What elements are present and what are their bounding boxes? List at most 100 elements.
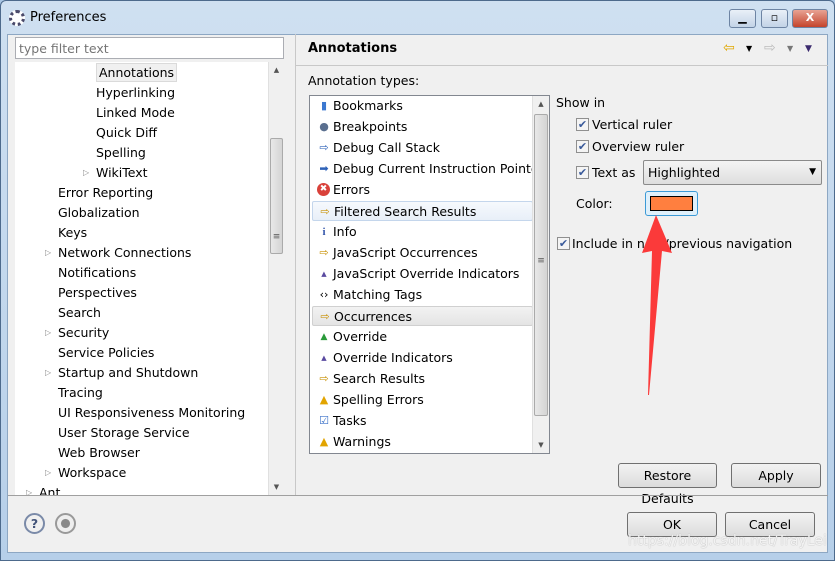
- annotation-type-item[interactable]: ⇨ Occurrences: [312, 306, 533, 326]
- forward-arrow-icon[interactable]: ⇨: [764, 40, 776, 56]
- header-separator: [296, 65, 828, 66]
- annotation-type-label: Tasks: [333, 413, 367, 428]
- tree-item[interactable]: Workspace: [58, 463, 126, 482]
- tree-item[interactable]: Linked Mode: [96, 103, 175, 122]
- filled-arrow-icon: ➡: [319, 162, 329, 175]
- annotation-type-item[interactable]: ⇨ Filtered Search Results: [312, 201, 533, 221]
- pane-divider[interactable]: [295, 34, 296, 495]
- annotation-type-item[interactable]: i Info: [312, 222, 533, 242]
- annotation-type-label: Debug Current Instruction Pointer: [333, 161, 544, 176]
- occurrence-arrow-icon: ⇨: [320, 310, 330, 323]
- warning-icon: ▲: [319, 435, 329, 448]
- tree-item[interactable]: Network Connections: [58, 243, 191, 262]
- overview-ruler-label: Overview ruler: [592, 139, 685, 154]
- list-scrollbar[interactable]: ▲ ≡ ▼: [532, 96, 549, 453]
- expand-icon[interactable]: ▷: [45, 243, 51, 262]
- expand-icon[interactable]: ▷: [45, 463, 51, 482]
- search-result-arrow-icon: ⇨: [319, 372, 329, 385]
- tree-item[interactable]: User Storage Service: [58, 423, 190, 442]
- vertical-ruler-label: Vertical ruler: [592, 117, 673, 132]
- tree-item[interactable]: UI Responsiveness Monitoring: [58, 403, 245, 422]
- annotation-type-label: JavaScript Occurrences: [333, 245, 478, 260]
- annotation-type-item[interactable]: ▲ JavaScript Override Indicators: [312, 264, 533, 284]
- text-style-value: Highlighted: [648, 165, 721, 180]
- tree-item[interactable]: Ant: [39, 483, 60, 495]
- angle-brackets-icon: ‹›: [319, 288, 329, 301]
- tree-item[interactable]: Keys: [58, 223, 87, 242]
- back-menu-icon[interactable]: ▼: [746, 44, 752, 53]
- red-annotation-arrow: [642, 215, 672, 395]
- tree-item[interactable]: Tracing: [58, 383, 103, 402]
- include-navigation-label: Include in next/previous navigation: [572, 236, 793, 251]
- minimize-button[interactable]: ▁: [729, 9, 756, 28]
- override-triangle-icon: ▲: [320, 332, 328, 342]
- tree-item[interactable]: Spelling: [96, 143, 146, 162]
- text-as-checkbox[interactable]: ✔: [576, 166, 589, 179]
- tree-item[interactable]: Annotations: [96, 63, 178, 82]
- tree-item[interactable]: Error Reporting: [58, 183, 153, 202]
- annotation-type-item[interactable]: ☑ Tasks: [312, 411, 533, 431]
- hollow-arrow-icon: ⇨: [319, 141, 329, 154]
- tree-item[interactable]: Hyperlinking: [96, 83, 175, 102]
- tree-item[interactable]: Service Policies: [58, 343, 154, 362]
- annotation-type-item[interactable]: ▲ Warnings: [312, 432, 533, 452]
- tree-item[interactable]: Search: [58, 303, 101, 322]
- expand-icon[interactable]: ▷: [45, 323, 51, 342]
- close-button[interactable]: X: [792, 9, 828, 28]
- annotation-type-item[interactable]: ⇨ JavaScript Occurrences: [312, 243, 533, 263]
- search-result-arrow-icon: ⇨: [320, 205, 330, 218]
- tree-item[interactable]: Web Browser: [58, 443, 140, 462]
- annotation-type-label: Override: [333, 329, 388, 344]
- annotation-types-label: Annotation types:: [308, 73, 420, 88]
- text-style-dropdown[interactable]: Highlighted ▼: [643, 160, 822, 185]
- view-menu-icon[interactable]: ▼: [805, 44, 812, 54]
- filter-input[interactable]: [15, 37, 284, 59]
- tree-scrollbar[interactable]: ▲ ≡ ▼: [268, 62, 284, 495]
- maximize-button[interactable]: ▫: [761, 9, 788, 28]
- annotation-type-item[interactable]: ✖ Errors: [312, 180, 533, 200]
- annotation-type-label: Occurrences: [334, 309, 412, 324]
- annotation-type-label: Override Indicators: [333, 350, 453, 365]
- apply-button[interactable]: Apply: [731, 463, 821, 488]
- annotation-type-item[interactable]: ⇨ Search Results: [312, 369, 533, 389]
- annotation-type-item[interactable]: ▲ Override Indicators: [312, 348, 533, 368]
- color-swatch: [650, 196, 693, 211]
- annotation-type-item[interactable]: ⇨ Debug Call Stack: [312, 138, 533, 158]
- task-icon: ☑: [319, 414, 329, 427]
- restore-defaults-button[interactable]: Restore Defaults: [618, 463, 717, 506]
- forward-menu-icon[interactable]: ▼: [787, 44, 793, 53]
- annotation-type-item[interactable]: ➡ Debug Current Instruction Pointer: [312, 159, 543, 179]
- tree-item[interactable]: Perspectives: [58, 283, 137, 302]
- tree-item[interactable]: Startup and Shutdown: [58, 363, 198, 382]
- text-as-label: Text as: [592, 165, 636, 180]
- tree-item[interactable]: Quick Diff: [96, 123, 157, 142]
- expand-icon[interactable]: ▷: [45, 363, 51, 382]
- annotation-type-item[interactable]: ‹› Matching Tags: [312, 285, 533, 305]
- tree-item[interactable]: Globalization: [58, 203, 140, 222]
- annotation-type-label: Spelling Errors: [333, 392, 424, 407]
- annotation-type-item[interactable]: ▲ Spelling Errors: [312, 390, 533, 410]
- color-label: Color:: [576, 196, 613, 211]
- help-icon[interactable]: ?: [24, 513, 45, 534]
- annotation-type-label: Warnings: [333, 434, 391, 449]
- tree-item[interactable]: WikiText: [96, 163, 148, 182]
- annotation-type-item[interactable]: ● Breakpoints: [312, 117, 533, 137]
- overview-ruler-checkbox[interactable]: ✔: [576, 140, 589, 153]
- annotation-type-label: JavaScript Override Indicators: [333, 266, 520, 281]
- expand-icon[interactable]: ▷: [26, 483, 32, 495]
- tree-item[interactable]: Security: [58, 323, 109, 342]
- window-title: Preferences: [30, 10, 107, 25]
- back-arrow-icon[interactable]: ⇦: [723, 40, 735, 56]
- annotation-type-label: Errors: [333, 182, 370, 197]
- tree-item[interactable]: Notifications: [58, 263, 136, 282]
- oomph-record-icon[interactable]: [55, 513, 76, 534]
- annotation-type-item[interactable]: ▮ Bookmarks: [312, 96, 533, 116]
- color-picker-button[interactable]: [645, 191, 698, 216]
- annotation-type-item[interactable]: ▲ Override: [312, 327, 533, 347]
- include-navigation-checkbox[interactable]: ✔: [557, 237, 570, 250]
- expand-icon[interactable]: ▷: [83, 163, 89, 182]
- annotation-type-label: Search Results: [333, 371, 426, 386]
- vertical-ruler-checkbox[interactable]: ✔: [576, 118, 589, 131]
- footer-separator: [8, 495, 828, 496]
- annotation-type-label: Info: [333, 224, 357, 239]
